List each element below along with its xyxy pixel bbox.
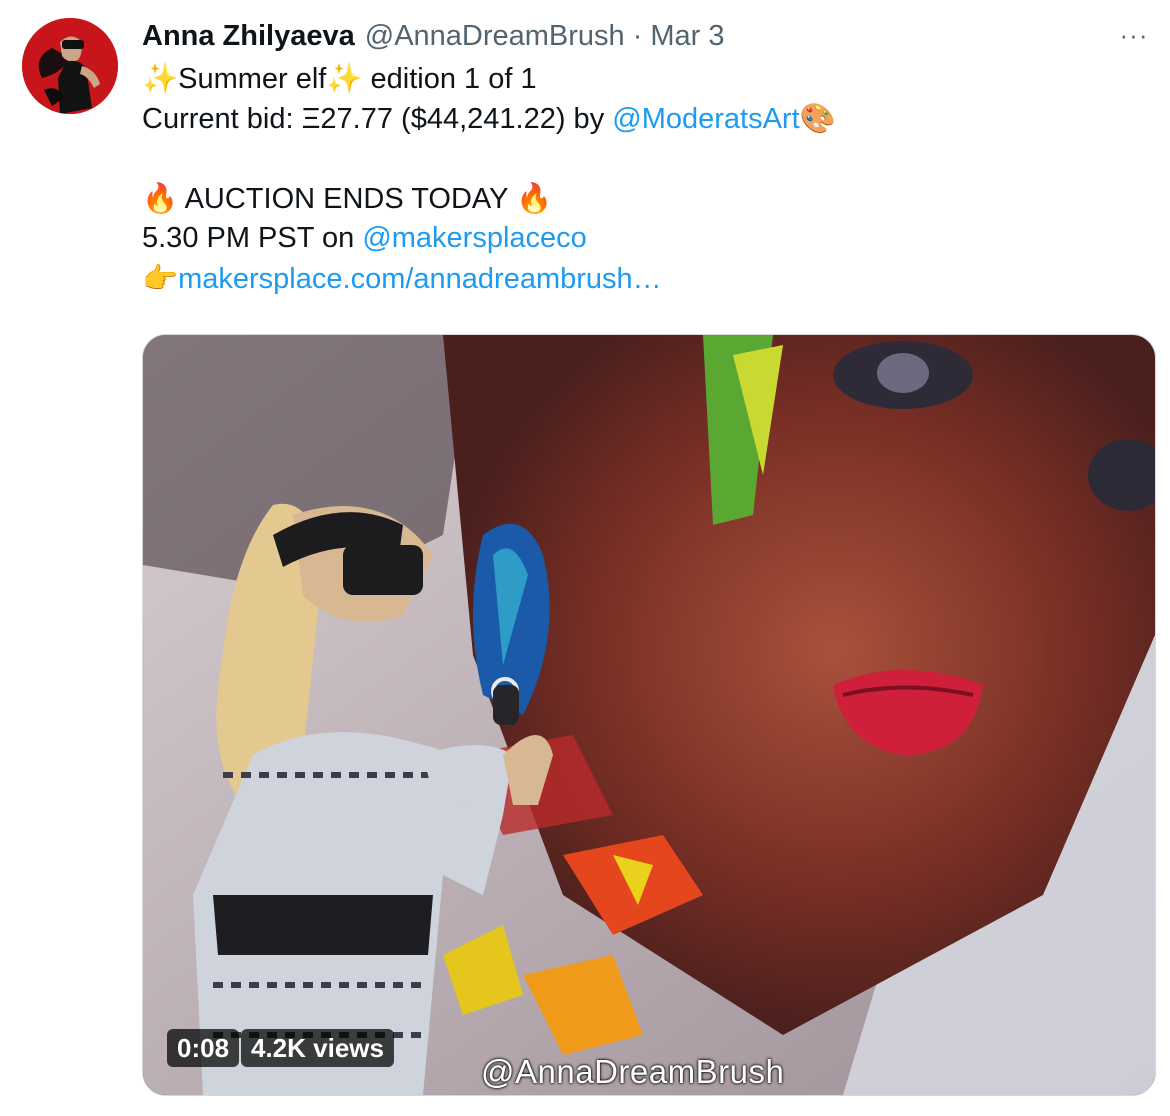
tweet-line-bid: Current bid: Ξ27.77 ($44,241.22) by @Mod… <box>142 98 1142 138</box>
palette-icon: 🎨 <box>799 101 836 135</box>
tweet-header: Anna Zhilyaeva @AnnaDreamBrush · Mar 3 <box>142 16 725 56</box>
video-watermark: @AnnaDreamBrush <box>481 1053 785 1090</box>
display-name[interactable]: Anna Zhilyaeva <box>142 20 355 53</box>
sparkles-icon: ✨ <box>142 61 179 95</box>
sparkles-icon: ✨ <box>326 61 363 95</box>
avatar[interactable] <box>22 18 118 114</box>
makersplace-link[interactable]: makersplace.com/annadreambrush… <box>178 263 662 295</box>
fire-icon: 🔥 <box>142 181 179 215</box>
user-handle[interactable]: @AnnaDreamBrush <box>365 20 625 53</box>
separator-dot: · <box>632 19 643 52</box>
current-bid-text: Current bid: Ξ27.77 ($44,241.22) by <box>142 103 613 135</box>
fire-icon: 🔥 <box>516 181 553 215</box>
video-thumbnail <box>143 335 1155 1095</box>
auction-ends-text: AUCTION ENDS TODAY <box>178 183 516 215</box>
tweet: Anna Zhilyaeva @AnnaDreamBrush · Mar 3 ·… <box>0 0 1170 1116</box>
more-options-icon[interactable]: ··· <box>1116 20 1152 50</box>
mention-makersplaceco[interactable]: @makersplaceco <box>362 222 586 254</box>
auction-time-text: 5.30 PM PST on <box>142 222 363 254</box>
pointing-hand-icon: 👉 <box>142 261 179 295</box>
tweet-line-link: 👉makersplace.com/annadreambrush… <box>142 258 1142 298</box>
mention-moderatsart[interactable]: @ModeratsArt <box>612 103 799 135</box>
video-duration-badge: 0:08 <box>167 1029 240 1067</box>
artwork-title: Summer elf <box>178 63 327 95</box>
tweet-text: ✨Summer elf✨ edition 1 of 1 Current bid:… <box>142 58 1142 298</box>
tweet-line-time: 5.30 PM PST on @makersplaceco <box>142 218 1142 258</box>
tweet-line-auction: 🔥 AUCTION ENDS TODAY 🔥 <box>142 178 1142 218</box>
video-views-badge: 4.2K views <box>241 1029 394 1067</box>
edition-text: edition 1 of 1 <box>362 63 537 95</box>
tweet-date[interactable]: Mar 3 <box>650 20 724 53</box>
avatar-image <box>22 18 118 114</box>
tweet-line-title: ✨Summer elf✨ edition 1 of 1 <box>142 58 1142 98</box>
tweet-video[interactable]: 0:08 4.2K views @AnnaDreamBrush <box>142 334 1156 1096</box>
